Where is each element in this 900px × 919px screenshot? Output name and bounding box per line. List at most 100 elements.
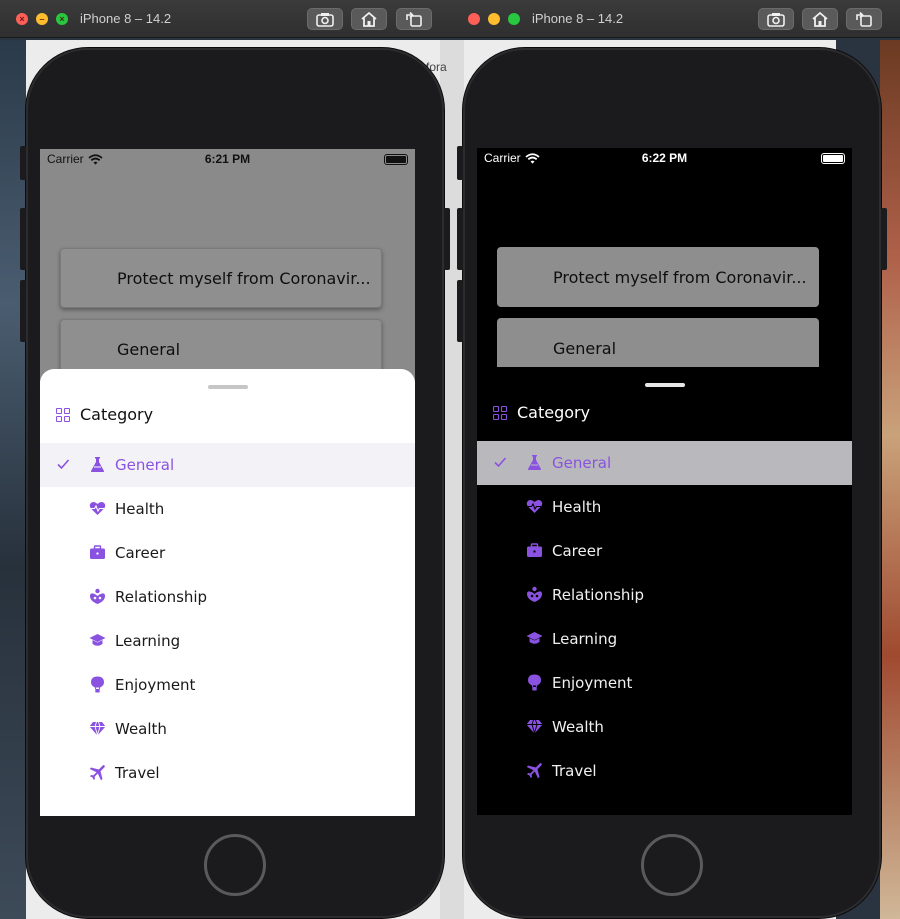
power-button (444, 208, 450, 270)
sheet-drag-handle[interactable] (207, 385, 248, 389)
home-icon (361, 11, 377, 27)
close-window-button[interactable]: × (16, 13, 28, 25)
category-item-travel[interactable]: Travel (40, 751, 415, 795)
category-item-relationship[interactable]: Relationship (477, 573, 852, 617)
category-item-health[interactable]: Health (40, 487, 415, 531)
close-window-button[interactable] (468, 13, 480, 25)
home-button[interactable] (802, 8, 838, 30)
checkmark-icon (57, 459, 70, 470)
category-item-career[interactable]: Career (477, 529, 852, 573)
status-bar: Carrier 6:21 PM (40, 149, 415, 169)
battery-icon (384, 154, 408, 165)
category-bottom-sheet: Category General Health Career Relations… (40, 369, 415, 816)
category-label: General (552, 454, 612, 472)
zoom-window-button[interactable] (508, 13, 520, 25)
relationship-icon (527, 586, 542, 602)
zoom-window-button[interactable]: × (56, 13, 68, 25)
mute-switch (457, 146, 463, 180)
grid-icon (493, 405, 507, 420)
rotate-button[interactable] (846, 8, 882, 30)
category-item-general[interactable]: General (40, 443, 415, 487)
traffic-lights: × – × (16, 13, 68, 25)
camera-icon (767, 13, 785, 27)
hot-air-balloon-icon (528, 674, 541, 691)
window-titlebar: × – × iPhone 8 – 14.2 (0, 0, 452, 38)
category-item-enjoyment[interactable]: Enjoyment (40, 663, 415, 707)
power-button (881, 208, 887, 270)
screenshot-button[interactable] (758, 8, 794, 30)
device-screen: Carrier 6:22 PM Protect myself from Coro… (477, 148, 852, 815)
graduation-cap-icon (526, 632, 543, 644)
category-label: Health (115, 500, 165, 518)
minimize-window-button[interactable] (488, 13, 500, 25)
screenshot-button[interactable] (307, 8, 343, 30)
category-label: Career (115, 544, 166, 562)
sheet-title: Category (80, 405, 154, 424)
rotate-icon (856, 11, 872, 27)
category-item-general[interactable]: General (477, 441, 852, 485)
device-screen: Carrier 6:21 PM Protect myself from Coro… (40, 149, 415, 816)
zoom-icon: × (59, 14, 65, 24)
volume-down-button (20, 280, 26, 342)
window-title: iPhone 8 – 14.2 (80, 11, 172, 26)
category-item-wealth[interactable]: Wealth (40, 707, 415, 751)
category-item-health[interactable]: Health (477, 485, 852, 529)
sheet-header: Category (56, 405, 153, 424)
rotate-button[interactable] (396, 8, 432, 30)
status-bar: Carrier 6:22 PM (477, 148, 852, 168)
category-list: General Health Career Relationship Learn… (477, 441, 852, 793)
category-bottom-sheet: Category General Health Career Relations… (477, 367, 852, 815)
category-list: General Health Career Relationship Learn… (40, 443, 415, 795)
home-button[interactable] (351, 8, 387, 30)
category-label: Learning (115, 632, 181, 650)
category-label: Travel (115, 764, 160, 782)
category-item-learning[interactable]: Learning (477, 617, 852, 661)
category-label: Enjoyment (552, 674, 633, 692)
category-label: Relationship (552, 586, 645, 604)
category-item-wealth[interactable]: Wealth (477, 705, 852, 749)
goal-title-field[interactable]: Protect myself from Coronavir... (497, 247, 819, 307)
category-item-travel[interactable]: Travel (477, 749, 852, 793)
sheet-drag-handle[interactable] (644, 383, 685, 387)
minimize-window-button[interactable]: – (36, 13, 48, 25)
simulator-window-light: × – × iPhone 8 – 14.2 Carrier 6:21 PM Pr… (0, 0, 452, 919)
heartbeat-icon (89, 502, 106, 515)
category-item-career[interactable]: Career (40, 531, 415, 575)
status-time: 6:22 PM (641, 151, 688, 165)
home-icon (812, 11, 828, 27)
window-title: iPhone 8 – 14.2 (532, 11, 624, 26)
device-home-button[interactable] (641, 834, 703, 896)
category-item-learning[interactable]: Learning (40, 619, 415, 663)
mute-switch (20, 146, 26, 180)
flask-icon (527, 455, 542, 470)
category-label: General (115, 456, 175, 474)
camera-icon (316, 13, 334, 27)
simulator-window-dark: iPhone 8 – 14.2 Carrier 6:22 PM Protect (452, 0, 900, 919)
iphone-device-frame: Carrier 6:21 PM Protect myself from Coro… (20, 48, 450, 918)
briefcase-icon (527, 543, 542, 557)
rotate-icon (406, 11, 422, 27)
iphone-device-frame: Carrier 6:22 PM Protect myself from Coro… (457, 48, 887, 918)
volume-down-button (457, 280, 463, 342)
category-label: Enjoyment (115, 676, 196, 694)
relationship-icon (90, 588, 105, 604)
heartbeat-icon (526, 500, 543, 513)
category-item-enjoyment[interactable]: Enjoyment (477, 661, 852, 705)
battery-icon (821, 153, 845, 164)
window-titlebar: iPhone 8 – 14.2 (452, 0, 900, 38)
category-label: Learning (552, 630, 618, 648)
sheet-header: Category (493, 403, 590, 422)
category-item-relationship[interactable]: Relationship (40, 575, 415, 619)
airplane-icon (89, 765, 105, 781)
device-home-button[interactable] (204, 834, 266, 896)
traffic-lights (468, 13, 520, 25)
status-time: 6:21 PM (204, 152, 251, 166)
diamond-icon (89, 721, 106, 737)
category-label: Relationship (115, 588, 208, 606)
hot-air-balloon-icon (91, 676, 104, 693)
sheet-title: Category (517, 403, 591, 422)
goal-title-field[interactable]: Protect myself from Coronavir... (60, 248, 382, 308)
diamond-icon (526, 719, 543, 735)
briefcase-icon (90, 545, 105, 559)
graduation-cap-icon (89, 634, 106, 646)
